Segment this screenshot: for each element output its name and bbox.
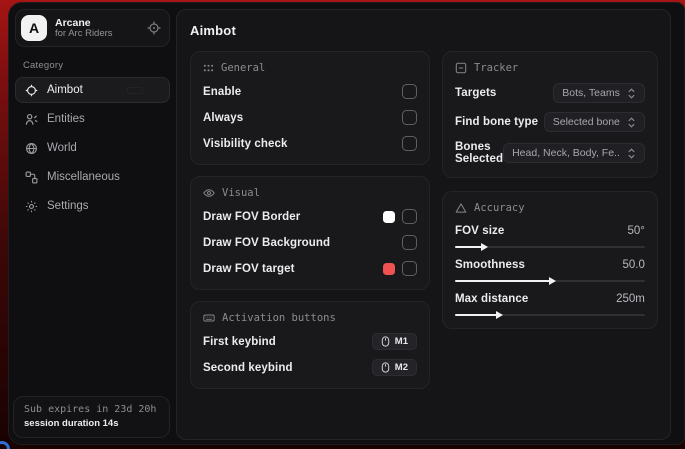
eye-icon [203, 187, 215, 199]
sub-expires-text: Sub expires in 23d 20h [24, 404, 159, 415]
second-keybind-button[interactable]: M2 [372, 359, 417, 376]
app-subtitle: for Arc Riders [55, 29, 139, 40]
setting-label: Draw FOV Background [203, 237, 330, 249]
app-name: Arcane [55, 17, 139, 29]
setting-label: Smoothness [455, 259, 525, 271]
setting-label: Bones Selected [455, 141, 503, 165]
unfold-icon [627, 117, 636, 128]
keybind-hint-ghost [127, 87, 143, 94]
find-bone-type-dropdown[interactable]: Selected bone [544, 112, 645, 132]
dropdown-value: Bots, Teams [562, 87, 620, 99]
globe-icon [25, 142, 38, 155]
smoothness-slider[interactable] [455, 280, 645, 282]
color-swatch[interactable] [383, 211, 395, 223]
crosshair-icon [25, 84, 38, 97]
page-title: Aimbot [190, 23, 657, 38]
setting-label: Second keybind [203, 362, 293, 374]
draw-fov-background-checkbox[interactable] [402, 235, 417, 250]
crosshair-settings-icon[interactable] [147, 21, 161, 35]
color-swatch[interactable] [383, 263, 395, 275]
keybind-value: M1 [395, 336, 408, 347]
sidebar-item-label: Entities [47, 113, 85, 125]
setting-label: Find bone type [455, 116, 538, 128]
slider-value: 50.0 [622, 259, 644, 271]
card-title: Accuracy [474, 202, 525, 214]
logo-card: A Arcane for Arc Riders [15, 9, 170, 47]
slider-thumb[interactable] [481, 243, 488, 251]
setting-label: Visibility check [203, 138, 288, 150]
visual-card: Visual Draw FOV Border Draw FOV Backgrou… [190, 176, 430, 290]
sidebar-item-label: Miscellaneous [47, 171, 120, 183]
enable-checkbox[interactable] [402, 84, 417, 99]
category-label: Category [23, 60, 176, 71]
tracker-card: Tracker Targets Bots, Teams [442, 51, 658, 178]
first-keybind-button[interactable]: M1 [372, 333, 417, 350]
session-duration-text: session duration 14s [24, 418, 159, 429]
slider-thumb[interactable] [496, 311, 503, 319]
accuracy-card: Accuracy FOV size 50° [442, 191, 658, 329]
sidebar-item-settings[interactable]: Settings [15, 193, 170, 219]
triangle-icon [455, 202, 467, 214]
setting-label: Draw FOV Border [203, 211, 300, 223]
entities-icon [25, 113, 38, 126]
max-distance-slider[interactable] [455, 314, 645, 316]
card-title: General [221, 62, 265, 74]
targets-dropdown[interactable]: Bots, Teams [553, 83, 645, 103]
gear-icon [25, 200, 38, 213]
card-title: Activation buttons [222, 312, 336, 324]
setting-label: Always [203, 112, 243, 124]
app-window: A Arcane for Arc Riders Category [8, 2, 685, 445]
sidebar: A Arcane for Arc Riders Category [9, 3, 176, 444]
dropdown-value: Selected bone [553, 116, 620, 128]
setting-label: Enable [203, 86, 241, 98]
sidebar-item-aimbot[interactable]: Aimbot [15, 77, 170, 103]
dropdown-value: Head, Neck, Body, Fe.. [512, 147, 620, 159]
mouse-icon [381, 336, 390, 347]
sidebar-item-label: Settings [47, 200, 89, 212]
activation-buttons-card: Activation buttons First keybind M1 [190, 301, 430, 389]
draw-fov-target-checkbox[interactable] [402, 261, 417, 276]
grid-icon [203, 63, 214, 74]
sidebar-item-label: World [47, 142, 77, 154]
unfold-icon [627, 148, 636, 159]
setting-label: Targets [455, 87, 496, 99]
keyboard-icon [203, 312, 215, 324]
setting-label: FOV size [455, 225, 504, 237]
keybind-value: M2 [395, 362, 408, 373]
subscription-info-card: Sub expires in 23d 20h session duration … [13, 396, 170, 438]
sidebar-nav: Aimbot Entities World [9, 77, 176, 219]
fov-size-slider[interactable] [455, 246, 645, 248]
slider-thumb[interactable] [549, 277, 556, 285]
slider-value: 50° [627, 225, 644, 237]
draw-fov-border-checkbox[interactable] [402, 209, 417, 224]
setting-label: First keybind [203, 336, 276, 348]
always-checkbox[interactable] [402, 110, 417, 125]
setting-label: Max distance [455, 293, 528, 305]
workflow-icon [25, 171, 38, 184]
mouse-icon [381, 362, 390, 373]
sidebar-item-entities[interactable]: Entities [15, 106, 170, 132]
sidebar-item-label: Aimbot [47, 84, 83, 96]
setting-label: Draw FOV target [203, 263, 295, 275]
general-card: General Enable Always Visibility check [190, 51, 430, 165]
box-minus-icon [455, 62, 467, 74]
slider-value: 250m [616, 293, 645, 305]
visibility-check-checkbox[interactable] [402, 136, 417, 151]
unfold-icon [627, 88, 636, 99]
main-panel: Aimbot General Enable [176, 9, 671, 440]
app-logo: A [21, 15, 47, 41]
card-title: Tracker [474, 62, 518, 74]
sidebar-item-miscellaneous[interactable]: Miscellaneous [15, 164, 170, 190]
card-title: Visual [222, 187, 260, 199]
sidebar-item-world[interactable]: World [15, 135, 170, 161]
bones-selected-dropdown[interactable]: Head, Neck, Body, Fe.. [503, 143, 645, 163]
